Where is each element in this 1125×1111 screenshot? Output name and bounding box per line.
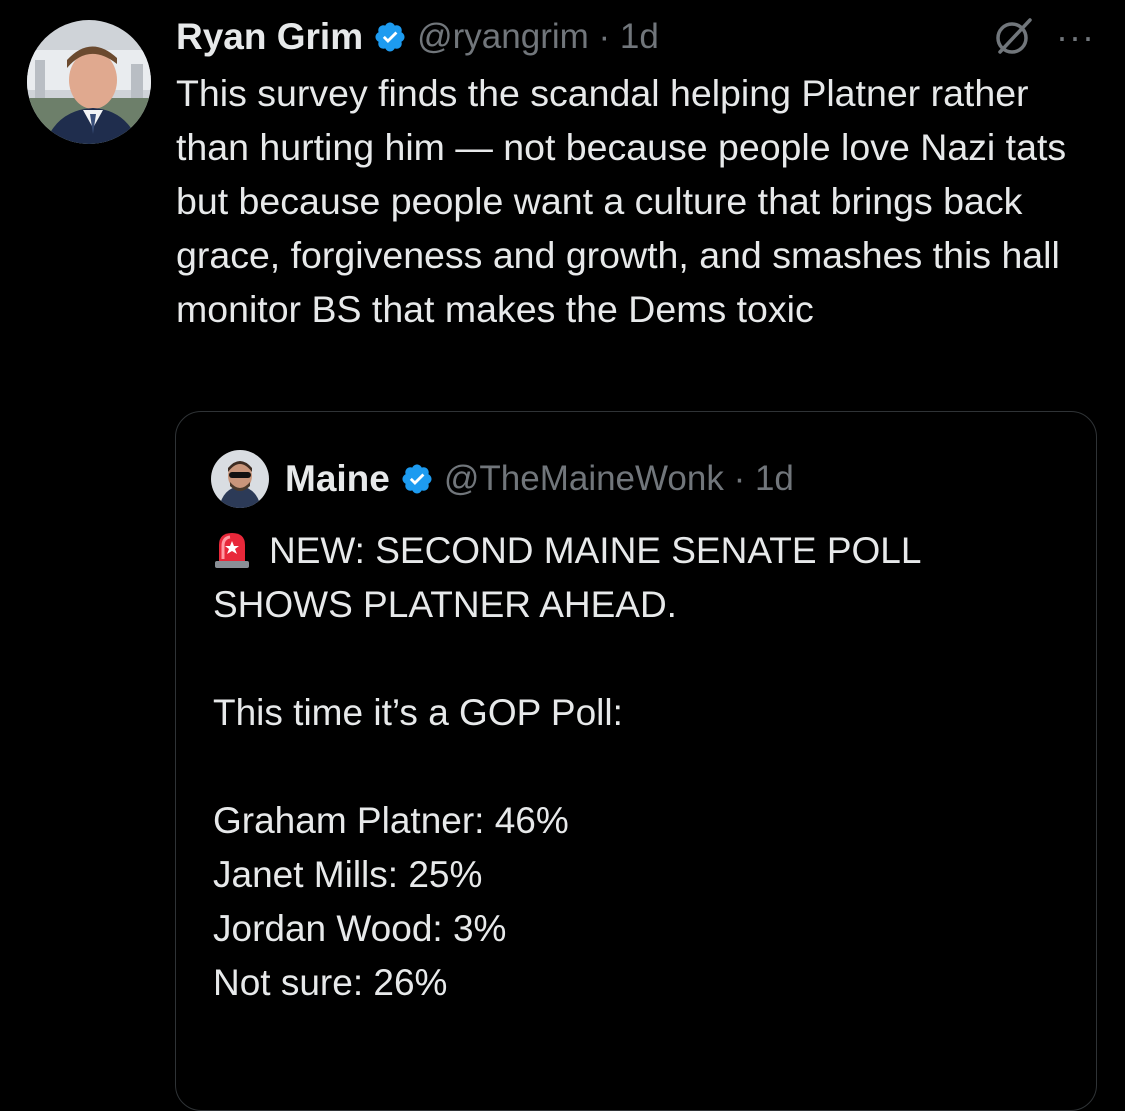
siren-emoji-icon (213, 529, 251, 569)
quoted-tweet[interactable]: Maine @TheMaineWonk · 1d NEW: SECOND MAI… (175, 411, 1097, 1111)
poll-result-line: Not sure: 26% (213, 962, 448, 1003)
quoted-line: NEW: SECOND MAINE SENATE POLL (213, 524, 1073, 578)
tweet-text: This survey finds the scandal helping Pl… (176, 72, 1067, 330)
author-avatar[interactable] (27, 20, 151, 144)
author-name[interactable]: Ryan Grim (176, 16, 363, 58)
tweet-header: Ryan Grim @ryangrim · 1d ··· (176, 12, 1095, 62)
quoted-tweet-header: Maine @TheMaineWonk · 1d (211, 450, 794, 508)
author-handle-time[interactable]: @ryangrim · 1d (417, 17, 659, 57)
poll-result-line: Graham Platner: 46% (213, 800, 569, 841)
poll-result-line: Jordan Wood: 3% (213, 908, 507, 949)
quoted-line: SHOWS PLATNER AHEAD. (213, 584, 677, 625)
quoted-author-handle-time[interactable]: @TheMaineWonk · 1d (444, 459, 794, 499)
grok-icon[interactable] (992, 16, 1034, 58)
quoted-author-name[interactable]: Maine (285, 458, 390, 500)
verified-badge-icon (400, 462, 434, 496)
header-actions: ··· (992, 12, 1095, 62)
quoted-line-text: NEW: SECOND MAINE SENATE POLL (269, 530, 922, 571)
poll-result-line: Janet Mills: 25% (213, 854, 483, 895)
quoted-author-avatar[interactable] (211, 450, 269, 508)
verified-badge-icon (373, 20, 407, 54)
quoted-tweet-text: NEW: SECOND MAINE SENATE POLL SHOWS PLAT… (213, 524, 1073, 1010)
quoted-line (213, 632, 1073, 686)
quoted-line (213, 740, 1073, 794)
more-icon[interactable]: ··· (1056, 19, 1095, 55)
quoted-line: This time it’s a GOP Poll: (213, 692, 623, 733)
